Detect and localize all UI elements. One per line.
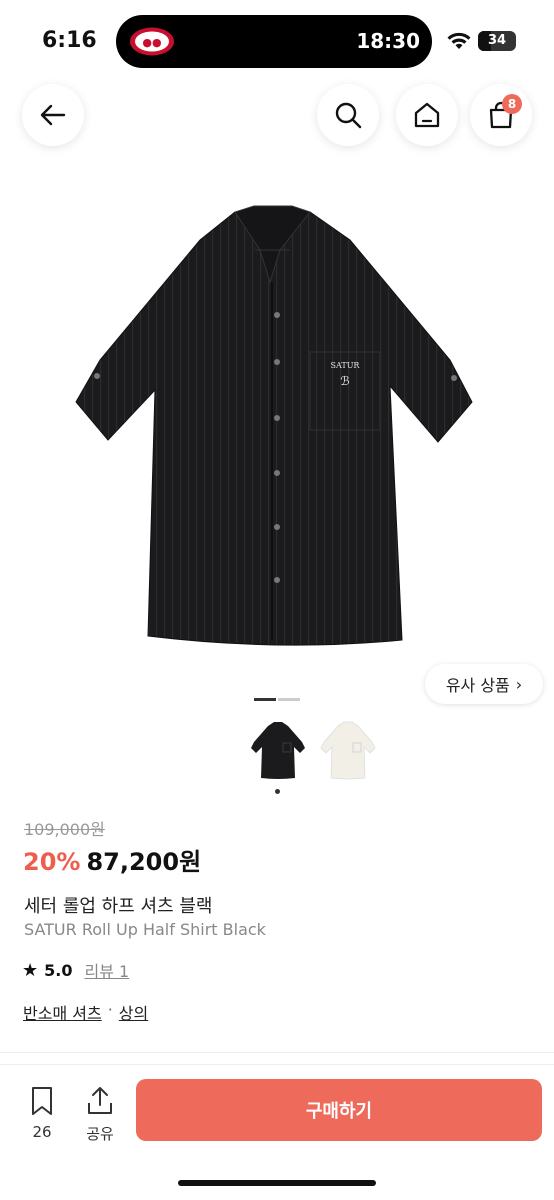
svg-text:●●: ●● (142, 36, 161, 49)
share-label: 공유 (86, 1125, 114, 1143)
similar-products-label: 유사 상품 (445, 676, 510, 695)
status-time: 6:16 (42, 28, 97, 53)
original-price: 109,000원 (24, 820, 105, 839)
battery-indicator: 34 (478, 31, 516, 51)
bookmark-button[interactable]: 26 (22, 1085, 62, 1141)
similar-products-button[interactable]: 유사 상품 › (425, 664, 543, 704)
star-icon: ★ (22, 959, 39, 981)
product-name-english: SATUR Roll Up Half Shirt Black (24, 920, 266, 939)
search-icon (335, 102, 362, 129)
product-logo-text: SATUR (331, 361, 361, 370)
pager-segment (278, 698, 300, 701)
status-bar: 6:16 ●● 18:30 34 (0, 0, 554, 80)
category-link-main[interactable]: 반소매 셔츠 (23, 1000, 102, 1024)
category-separator: · (107, 1000, 113, 1019)
price-row: 20% 87,200원 (23, 842, 201, 877)
bookmark-icon (32, 1087, 52, 1115)
color-option-white[interactable] (320, 718, 376, 784)
home-button[interactable] (396, 84, 458, 146)
product-name: 세터 롤업 하프 셔츠 블랙 (24, 896, 213, 917)
sale-price: 87,200원 (86, 848, 202, 876)
dynamic-island: ●● 18:30 (116, 15, 432, 68)
share-icon (88, 1087, 112, 1114)
wifi-icon (447, 32, 471, 49)
cart-button[interactable]: 8 (470, 84, 532, 146)
back-button[interactable] (22, 84, 84, 146)
rating-score: 5.0 (44, 960, 73, 980)
live-activity-time: 18:30 (356, 29, 420, 53)
category-breadcrumb: 반소매 셔츠 · 상의 (23, 1000, 148, 1024)
chevron-right-icon: › (515, 674, 523, 694)
sports-team-icon: ●● (130, 27, 174, 56)
search-button[interactable] (317, 84, 379, 146)
share-button[interactable]: 공유 (80, 1085, 120, 1144)
color-option-black[interactable] (250, 718, 306, 784)
battery-level: 34 (487, 33, 507, 48)
product-image[interactable]: SATUR ℬ (60, 190, 494, 670)
divider (0, 1052, 554, 1053)
category-link-sub[interactable]: 상의 (119, 1000, 148, 1024)
svg-text:ℬ: ℬ (340, 374, 349, 388)
arrow-left-icon (40, 104, 66, 126)
pager-segment-active (254, 698, 276, 701)
buy-button[interactable]: 구매하기 (136, 1079, 542, 1141)
review-link[interactable]: 리뷰 1 (84, 958, 129, 982)
home-indicator (178, 1180, 376, 1186)
bookmark-count: 26 (32, 1123, 52, 1141)
selected-option-dot (275, 789, 280, 794)
rating-row: ★ 5.0 리뷰 1 (22, 958, 129, 982)
home-icon (414, 102, 440, 128)
discount-rate: 20% (23, 848, 81, 876)
image-pager (254, 698, 300, 701)
cart-count-badge: 8 (502, 94, 522, 114)
